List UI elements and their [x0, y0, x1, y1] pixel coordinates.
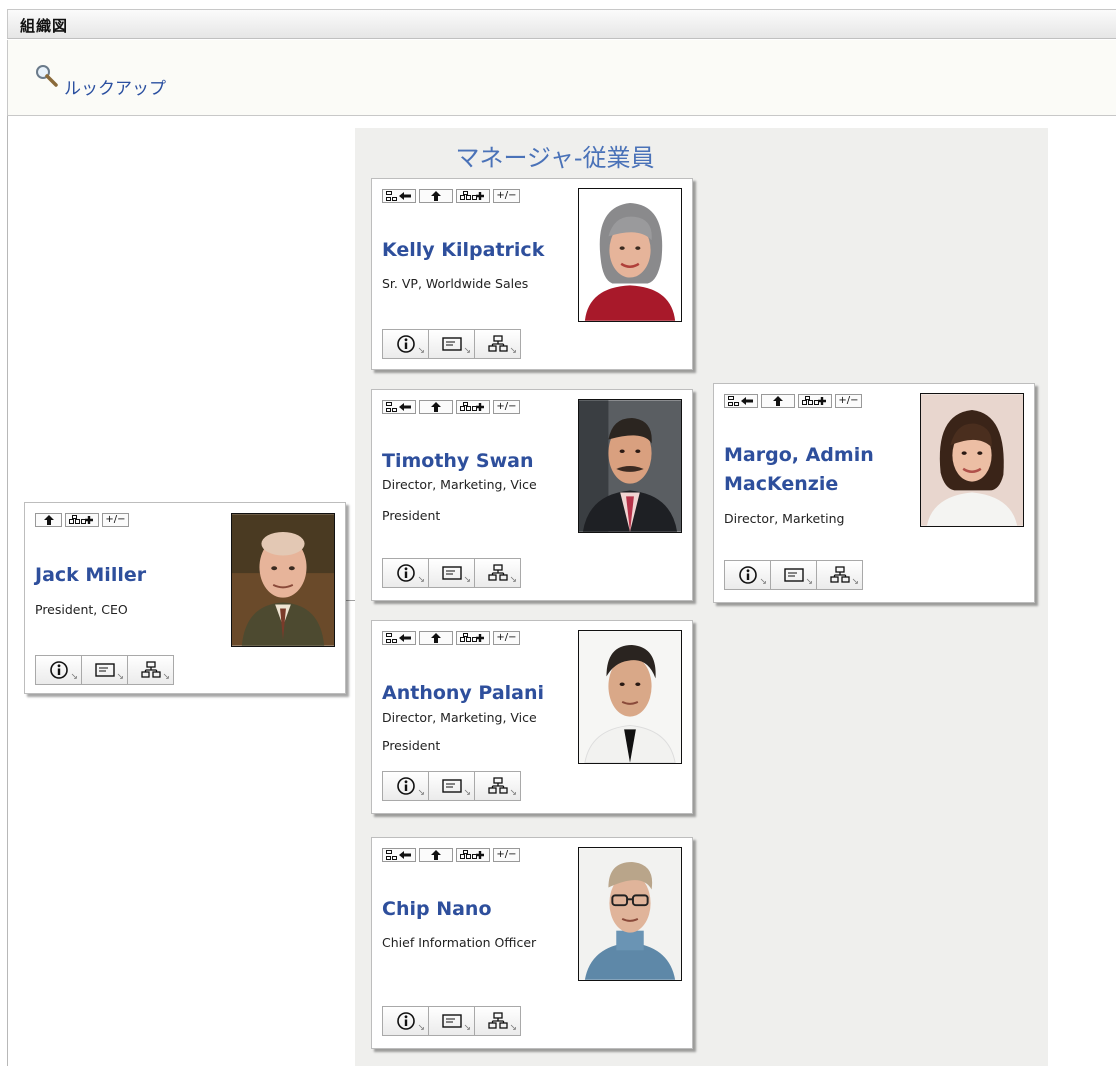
orgchart-icon[interactable]: ↘ — [474, 771, 521, 801]
person-title: President — [382, 738, 441, 753]
card-actions: ↘ ↘ ↘ — [724, 560, 863, 590]
up-level-icon[interactable] — [419, 631, 453, 645]
show-manager-icon[interactable] — [382, 631, 416, 645]
toggle-expand-icon[interactable]: +/− — [493, 631, 520, 645]
info-icon[interactable]: ↘ — [35, 655, 82, 685]
show-manager-icon[interactable] — [382, 400, 416, 414]
employee-card: +/− Kelly Kilpatrick Sr. VP, Worldwide S… — [371, 178, 693, 370]
person-name[interactable]: Jack Miller — [35, 560, 146, 590]
orgchart-icon[interactable]: ↘ — [127, 655, 174, 685]
orgchart-icon[interactable]: ↘ — [816, 560, 863, 590]
orgchart-icon[interactable]: ↘ — [474, 1006, 521, 1036]
person-title: President — [382, 508, 441, 523]
lookup-bar: ルックアップ — [7, 40, 1116, 116]
magnifier-icon[interactable] — [35, 64, 59, 88]
info-icon[interactable]: ↘ — [382, 1006, 429, 1036]
vcard-icon[interactable]: ↘ — [428, 1006, 475, 1036]
info-icon[interactable]: ↘ — [724, 560, 771, 590]
photo-jack-miller — [231, 513, 335, 647]
card-toolbar: +/− — [382, 631, 520, 645]
person-title: Director, Marketing, Vice — [382, 477, 537, 492]
page-title: 組織図 — [20, 17, 69, 35]
card-actions: ↘ ↘ ↘ — [35, 655, 174, 685]
info-icon[interactable]: ↘ — [382, 771, 429, 801]
photo-anthony-palani — [578, 630, 682, 764]
photo-kelly-kilpatrick — [578, 188, 682, 322]
expand-reports-icon[interactable] — [456, 400, 490, 414]
titlebar: 組織図 — [7, 9, 1116, 39]
manager-card: +/− Jack Miller President, CEO ↘ ↘ ↘ — [24, 502, 346, 694]
up-level-icon[interactable] — [761, 394, 795, 408]
person-name[interactable]: Kelly Kilpatrick — [382, 235, 544, 265]
toggle-expand-icon[interactable]: +/− — [835, 394, 862, 408]
vcard-icon[interactable]: ↘ — [81, 655, 128, 685]
card-actions: ↘ ↘ ↘ — [382, 1006, 521, 1036]
photo-chip-nano — [578, 847, 682, 981]
person-title: Chief Information Officer — [382, 935, 537, 950]
expand-reports-icon[interactable] — [456, 848, 490, 862]
expand-reports-icon[interactable] — [456, 189, 490, 203]
up-level-icon[interactable] — [35, 513, 62, 527]
expand-reports-icon[interactable] — [65, 513, 99, 527]
card-actions: ↘ ↘ ↘ — [382, 329, 521, 359]
vcard-icon[interactable]: ↘ — [428, 329, 475, 359]
card-toolbar: +/− — [35, 513, 129, 527]
card-toolbar: +/− — [382, 189, 520, 203]
up-level-icon[interactable] — [419, 400, 453, 414]
person-name[interactable]: Chip Nano — [382, 894, 492, 924]
toggle-expand-icon[interactable]: +/− — [102, 513, 129, 527]
toggle-expand-icon[interactable]: +/− — [493, 848, 520, 862]
person-name[interactable]: MacKenzie — [724, 469, 838, 499]
frame-border — [7, 115, 8, 1066]
person-title: President, CEO — [35, 602, 128, 617]
lookup-link[interactable]: ルックアップ — [64, 74, 166, 99]
card-actions: ↘ ↘ ↘ — [382, 771, 521, 801]
employee-card: +/− Chip Nano Chief Information Officer … — [371, 837, 693, 1049]
person-title: Director, Marketing, Vice — [382, 710, 537, 725]
show-manager-icon[interactable] — [724, 394, 758, 408]
up-level-icon[interactable] — [419, 189, 453, 203]
report-card: +/− Margo, Admin MacKenzie Director, Mar… — [713, 383, 1035, 603]
info-icon[interactable]: ↘ — [382, 558, 429, 588]
card-toolbar: +/− — [724, 394, 862, 408]
up-level-icon[interactable] — [419, 848, 453, 862]
show-manager-icon[interactable] — [382, 848, 416, 862]
person-title: Director, Marketing — [724, 511, 845, 526]
vcard-icon[interactable]: ↘ — [428, 558, 475, 588]
vcard-icon[interactable]: ↘ — [770, 560, 817, 590]
expand-reports-icon[interactable] — [798, 394, 832, 408]
toggle-expand-icon[interactable]: +/− — [493, 189, 520, 203]
photo-timothy-swan — [578, 399, 682, 533]
expand-reports-icon[interactable] — [456, 631, 490, 645]
info-icon[interactable]: ↘ — [382, 329, 429, 359]
employee-card: +/− Anthony Palani Director, Marketing, … — [371, 620, 693, 814]
employee-card: +/− Timothy Swan Director, Marketing, Vi… — [371, 389, 693, 601]
photo-margo-mackenzie — [920, 393, 1024, 527]
orgchart-icon[interactable]: ↘ — [474, 329, 521, 359]
person-title: Sr. VP, Worldwide Sales — [382, 276, 529, 291]
section-title: マネージャ-従業員 — [455, 144, 655, 172]
person-name[interactable]: Margo, Admin — [724, 440, 874, 470]
toggle-expand-icon[interactable]: +/− — [493, 400, 520, 414]
card-actions: ↘ ↘ ↘ — [382, 558, 521, 588]
show-manager-icon[interactable] — [382, 189, 416, 203]
vcard-icon[interactable]: ↘ — [428, 771, 475, 801]
card-toolbar: +/− — [382, 848, 520, 862]
card-toolbar: +/− — [382, 400, 520, 414]
orgchart-icon[interactable]: ↘ — [474, 558, 521, 588]
